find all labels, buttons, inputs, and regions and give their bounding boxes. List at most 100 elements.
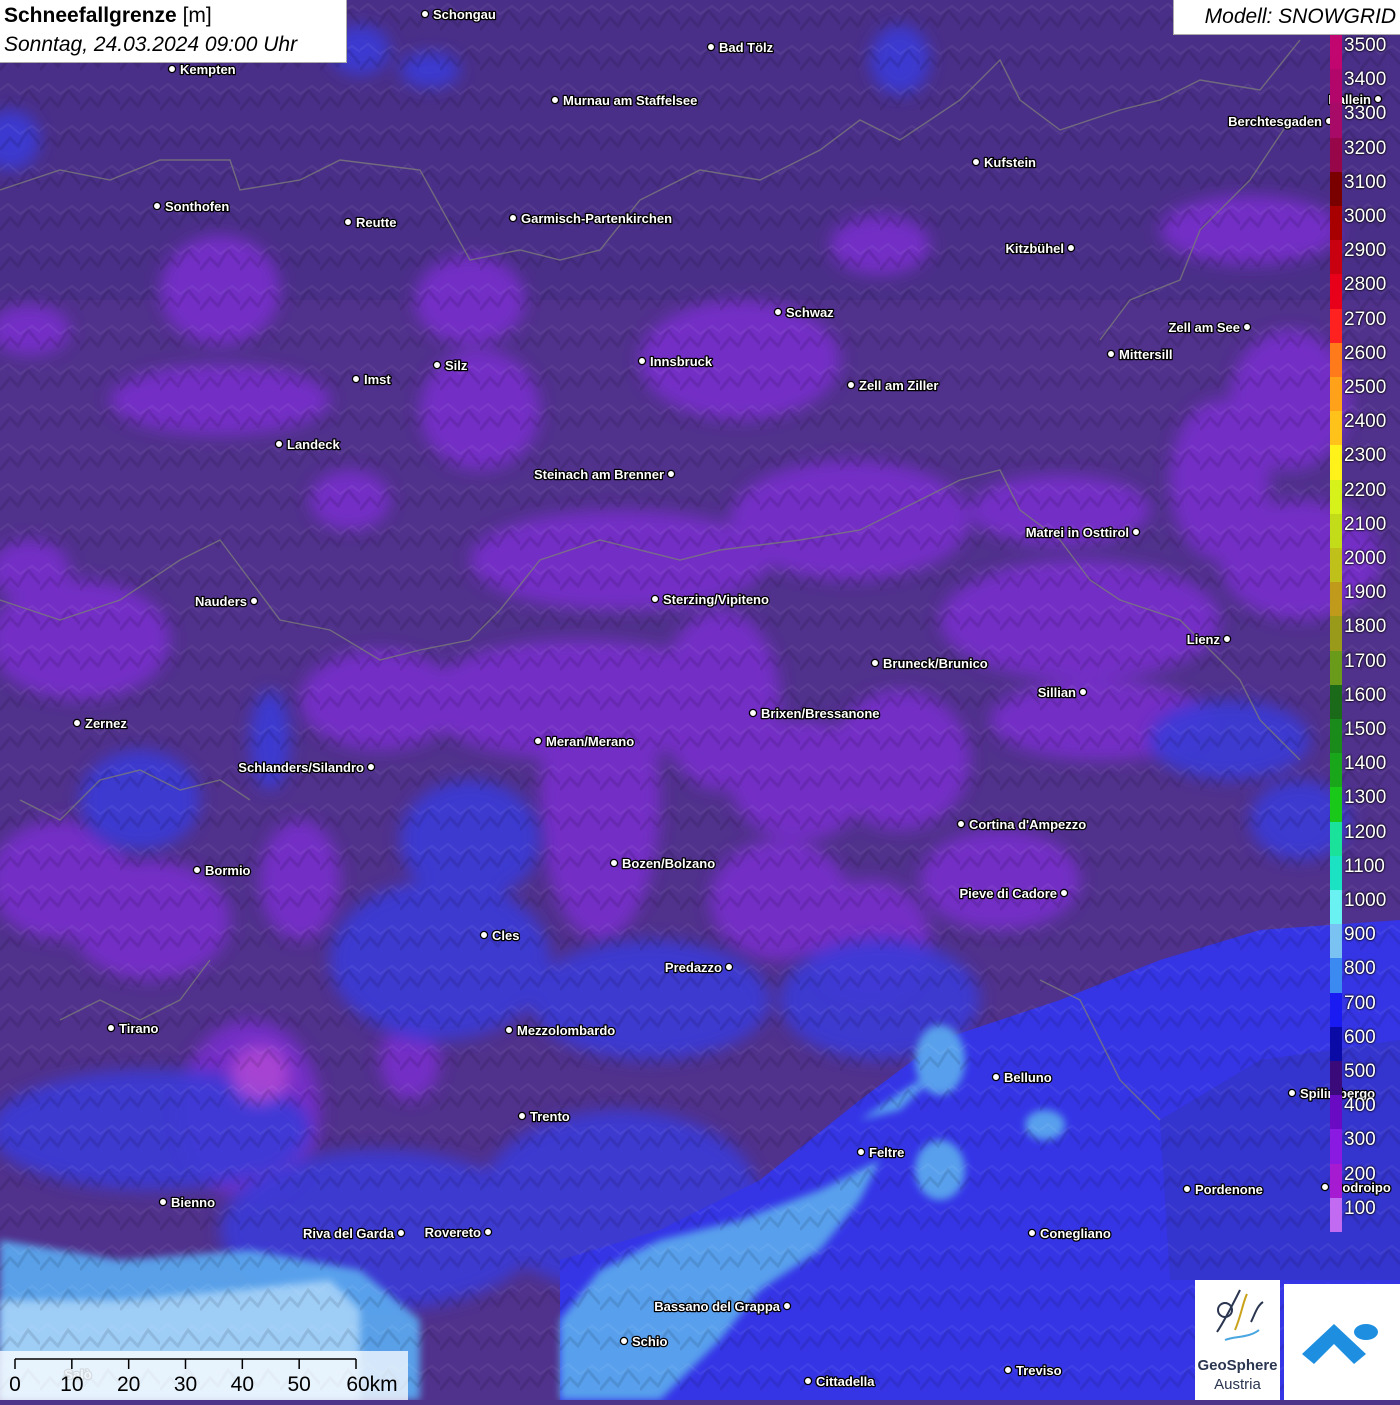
city-marker[interactable]: Cittadella bbox=[803, 1373, 877, 1390]
legend-swatch bbox=[1330, 274, 1342, 310]
city-dot bbox=[803, 1376, 813, 1386]
city-dot bbox=[479, 930, 489, 940]
partner-logo[interactable] bbox=[1284, 1284, 1400, 1400]
city-dot bbox=[1222, 634, 1232, 644]
city-dot bbox=[550, 95, 560, 105]
city-label: Rovereto bbox=[425, 1225, 481, 1240]
legend-label: 100 bbox=[1344, 1197, 1376, 1219]
city-dot bbox=[666, 469, 676, 479]
city-dot bbox=[1131, 527, 1141, 537]
legend-swatch bbox=[1330, 1197, 1342, 1233]
city-marker[interactable]: Meran/Merano bbox=[533, 733, 635, 750]
city-marker[interactable]: Sterzing/Vipiteno bbox=[650, 591, 770, 608]
city-label: Nauders bbox=[195, 594, 247, 609]
city-dot bbox=[1059, 888, 1069, 898]
city-marker[interactable]: Schlanders/Silandro bbox=[237, 759, 376, 776]
city-dot bbox=[192, 865, 202, 875]
city-marker[interactable]: Brixen/Bressanone bbox=[748, 705, 881, 722]
legend-swatch bbox=[1330, 958, 1342, 994]
map-datetime: Sonntag, 24.03.2024 09:00 Uhr bbox=[4, 33, 298, 56]
title-panel: Schneefallgrenze [m] Sonntag, 24.03.2024… bbox=[0, 0, 347, 63]
legend-label: 500 bbox=[1344, 1061, 1376, 1082]
legend-label: 1400 bbox=[1344, 753, 1387, 775]
legend-label: 800 bbox=[1344, 958, 1376, 980]
city-label: Mezzolombardo bbox=[517, 1023, 615, 1038]
legend-swatch bbox=[1330, 787, 1342, 823]
legend-label: 1200 bbox=[1344, 821, 1387, 843]
city-marker[interactable]: Pieve di Cadore bbox=[958, 885, 1069, 902]
city-label: Innsbruck bbox=[650, 354, 713, 369]
city-label: Bassano del Grappa bbox=[654, 1299, 780, 1314]
city-dot bbox=[1066, 243, 1076, 253]
city-dot bbox=[249, 596, 259, 606]
scale-bar: 0 10 20 30 40 50 60km bbox=[0, 1351, 408, 1400]
legend-label: 3200 bbox=[1344, 137, 1387, 159]
legend-swatch bbox=[1330, 377, 1342, 412]
city-marker[interactable]: Pordenone bbox=[1182, 1181, 1264, 1198]
legend-swatch bbox=[1330, 411, 1342, 446]
city-marker[interactable]: Zell am Ziller bbox=[846, 377, 940, 394]
city-dot bbox=[706, 42, 716, 52]
legend-label: 2800 bbox=[1344, 274, 1387, 296]
city-marker[interactable]: Steinach am Brenner bbox=[533, 466, 676, 483]
city-dot bbox=[650, 594, 660, 604]
city-dot bbox=[351, 374, 361, 384]
legend-swatch bbox=[1330, 1095, 1342, 1130]
legend-swatch bbox=[1330, 69, 1342, 104]
legend-swatch bbox=[1330, 1163, 1342, 1199]
city-marker[interactable]: Riva del Garda bbox=[302, 1225, 406, 1242]
city-label: Garmisch-Partenkirchen bbox=[521, 211, 672, 226]
scale-tick-label: 0 bbox=[9, 1373, 21, 1396]
legend-swatch bbox=[1330, 171, 1342, 207]
city-dot bbox=[1106, 349, 1116, 359]
scale-tick-label: 60km bbox=[346, 1373, 398, 1396]
city-label: Bormio bbox=[205, 863, 251, 878]
city-dot bbox=[1182, 1184, 1192, 1194]
legend-label: 700 bbox=[1344, 992, 1376, 1014]
city-marker[interactable]: Bozen/Bolzano bbox=[609, 855, 717, 872]
model-label: Modell: SNOWGRID bbox=[1204, 5, 1396, 28]
city-dot bbox=[432, 360, 442, 370]
legend-swatch bbox=[1330, 616, 1342, 652]
city-label: Schwaz bbox=[786, 305, 834, 320]
city-dot bbox=[533, 736, 543, 746]
legend-label: 2500 bbox=[1344, 377, 1387, 398]
city-label: Trento bbox=[530, 1109, 570, 1124]
city-marker[interactable]: Schongau bbox=[420, 6, 497, 23]
city-label: Landeck bbox=[287, 437, 341, 452]
city-dot bbox=[870, 658, 880, 668]
city-dot bbox=[1003, 1365, 1013, 1375]
city-dot bbox=[1287, 1088, 1297, 1098]
snowfall-limit-map[interactable]: Schongau Bad Tölz Kempten Murnau am Staffel… bbox=[0, 0, 1400, 1400]
city-marker[interactable]: Sonthofen bbox=[152, 198, 231, 215]
city-marker[interactable]: Berchtesgaden bbox=[1227, 113, 1334, 130]
city-marker[interactable]: Garmisch-Partenkirchen bbox=[508, 210, 673, 227]
city-marker[interactable]: Zell am See bbox=[1167, 319, 1252, 336]
city-dot bbox=[508, 213, 518, 223]
city-marker[interactable]: Matrei in Osttirol bbox=[1024, 524, 1141, 541]
city-marker[interactable]: Cortina d'Ampezzo bbox=[956, 816, 1088, 833]
model-panel: Modell: SNOWGRID bbox=[1173, 0, 1400, 35]
city-dot bbox=[609, 858, 619, 868]
legend-label: 2100 bbox=[1344, 513, 1387, 535]
city-marker[interactable]: Bassano del Grappa bbox=[653, 1298, 792, 1315]
geosphere-logo[interactable]: GeoSphere Austria bbox=[1195, 1280, 1280, 1400]
geosphere-country: Austria bbox=[1214, 1376, 1261, 1393]
city-marker[interactable]: Innsbruck bbox=[637, 353, 714, 370]
city-label: Conegliano bbox=[1040, 1226, 1111, 1241]
city-dot bbox=[366, 762, 376, 772]
city-dot bbox=[274, 439, 284, 449]
legend-swatch bbox=[1330, 240, 1342, 275]
legend-label: 3500 bbox=[1344, 35, 1387, 56]
legend-swatch bbox=[1330, 1061, 1342, 1096]
legend-label: 2600 bbox=[1344, 342, 1387, 364]
legend-swatch bbox=[1330, 445, 1342, 481]
city-marker[interactable]: Murnau am Staffelsee bbox=[550, 92, 699, 109]
city-marker[interactable]: Mezzolombardo bbox=[504, 1022, 617, 1039]
city-marker[interactable]: Bruneck/Brunico bbox=[870, 655, 989, 672]
legend-swatch bbox=[1330, 650, 1342, 686]
city-dot bbox=[158, 1197, 168, 1207]
city-label: Meran/Merano bbox=[546, 734, 634, 749]
city-marker[interactable]: Conegliano bbox=[1027, 1225, 1112, 1242]
city-dot bbox=[483, 1227, 493, 1237]
